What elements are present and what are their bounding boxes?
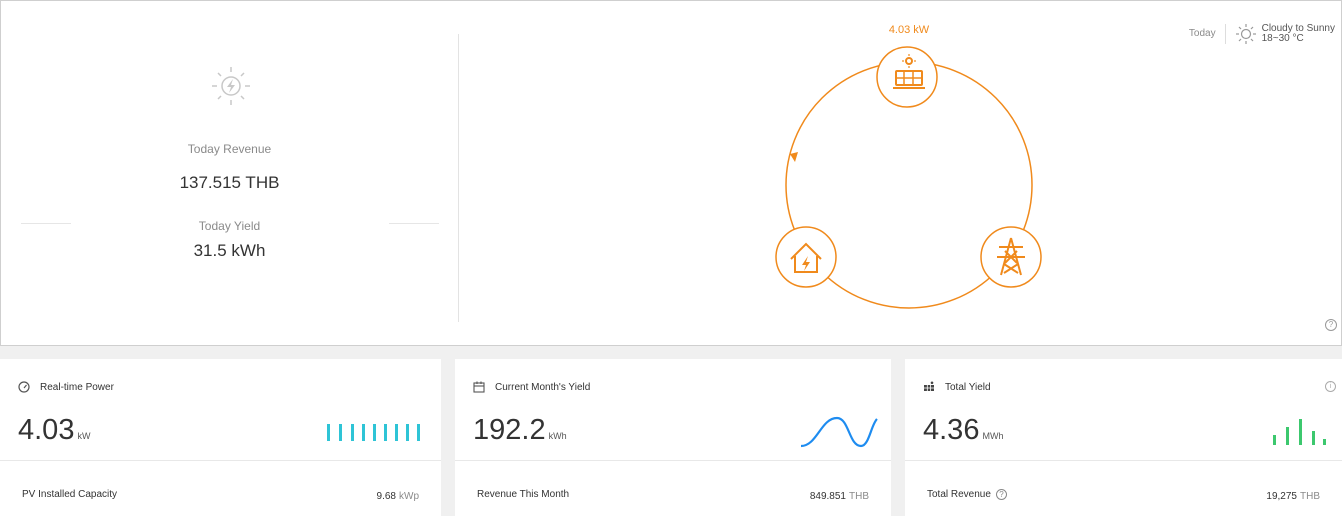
card-footer-value: 19,275	[1266, 491, 1297, 502]
weather-widget: Today Cloudy to Sunny 18~30 °C	[1189, 23, 1335, 45]
flow-arrow-icon	[790, 152, 798, 162]
month-wave-sparkline	[800, 416, 878, 448]
grid-node[interactable]	[980, 226, 1042, 288]
gauge-icon	[18, 381, 30, 393]
solar-panel-icon	[924, 381, 934, 391]
weather-day: Today	[1189, 24, 1226, 44]
card-title: Real-time Power	[40, 381, 114, 393]
help-icon[interactable]: ?	[995, 489, 1007, 500]
panel-divider	[458, 34, 459, 322]
info-icon[interactable]: i	[1325, 381, 1336, 392]
card-title: Total Yield	[945, 381, 991, 393]
total-yield-sparkline	[1273, 419, 1326, 445]
total-yield-card: Total Yield i 4.36 MWh Total Revenue? 19,…	[905, 359, 1342, 516]
help-icon[interactable]: ?	[1325, 319, 1337, 331]
card-footer-unit: THB	[1300, 491, 1320, 502]
card-title: Current Month's Yield	[495, 381, 591, 393]
plant-overview-panel: Today Revenue 137.515 THB Today Yield 31…	[0, 0, 1342, 346]
card-value: 4.03	[18, 414, 75, 446]
power-bars-sparkline	[327, 424, 420, 441]
divider	[905, 460, 1342, 461]
daily-stats: Today Revenue 137.515 THB Today Yield 31…	[1, 1, 458, 347]
sun-icon	[1235, 24, 1256, 44]
solar-energy-icon	[212, 67, 250, 105]
home-node[interactable]	[775, 226, 837, 288]
card-unit: kW	[77, 431, 91, 441]
card-unit: kWh	[548, 431, 567, 441]
card-footer-label: PV Installed Capacity	[22, 489, 118, 500]
today-yield-value: 31.5 kWh	[193, 241, 266, 260]
today-revenue-label: Today Revenue	[187, 142, 272, 156]
card-value: 4.36	[923, 414, 980, 446]
today-revenue-value: 137.515 THB	[179, 173, 280, 192]
weather-temperature: 18~30 °C	[1261, 33, 1304, 44]
card-value: 192.2	[473, 414, 546, 446]
divider	[455, 460, 891, 461]
today-yield-label: Today Yield	[198, 219, 261, 233]
card-footer-value: 9.68	[376, 491, 396, 502]
card-footer-unit: kWp	[399, 491, 419, 502]
card-footer-unit: THB	[849, 491, 869, 502]
card-footer-value: 849.851	[809, 491, 846, 502]
card-unit: MWh	[982, 431, 1004, 441]
month-yield-card: Current Month's Yield 192.2 kWh Revenue T…	[455, 359, 891, 516]
energy-flow-diagram	[775, 46, 1042, 309]
realtime-power-card: Real-time Power 4.03 kW PV Installed Capa…	[0, 359, 441, 516]
pv-node[interactable]	[876, 46, 938, 108]
calendar-icon	[473, 381, 485, 393]
card-footer-label: Revenue This Month	[477, 489, 570, 500]
card-footer-label: Total Revenue	[927, 489, 991, 501]
divider	[0, 460, 441, 461]
